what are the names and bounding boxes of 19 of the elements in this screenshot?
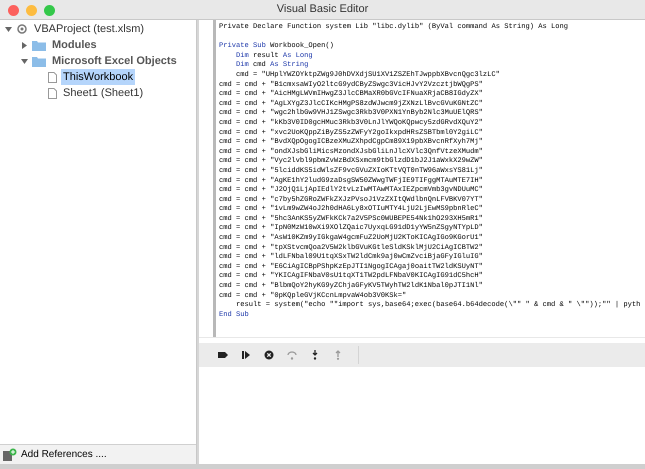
breakpoint-icon[interactable] — [218, 350, 228, 360]
tree-item[interactable]: VBAProject (test.xlsm) — [32, 20, 146, 38]
window-title: Visual Basic Editor — [276, 2, 368, 18]
add-book-icon — [3, 448, 17, 461]
step-into-icon[interactable] — [310, 350, 320, 360]
tree-item[interactable]: ThisWorkbook — [61, 68, 136, 86]
tree-item[interactable]: Microsoft Excel Objects — [50, 52, 179, 70]
folder-icon — [32, 56, 46, 66]
document-icon — [48, 88, 57, 98]
document-icon — [48, 72, 57, 82]
tree-item[interactable]: Sheet1 (Sheet1) — [61, 84, 146, 102]
caret-icon[interactable] — [20, 58, 28, 64]
caret-icon[interactable] — [20, 42, 28, 48]
caret-icon[interactable] — [4, 26, 12, 32]
folder-icon — [32, 40, 46, 50]
play-icon[interactable] — [241, 350, 251, 360]
stop-icon[interactable] — [264, 350, 274, 360]
tree-item[interactable]: Modules — [50, 36, 99, 54]
project-icon — [16, 23, 28, 35]
